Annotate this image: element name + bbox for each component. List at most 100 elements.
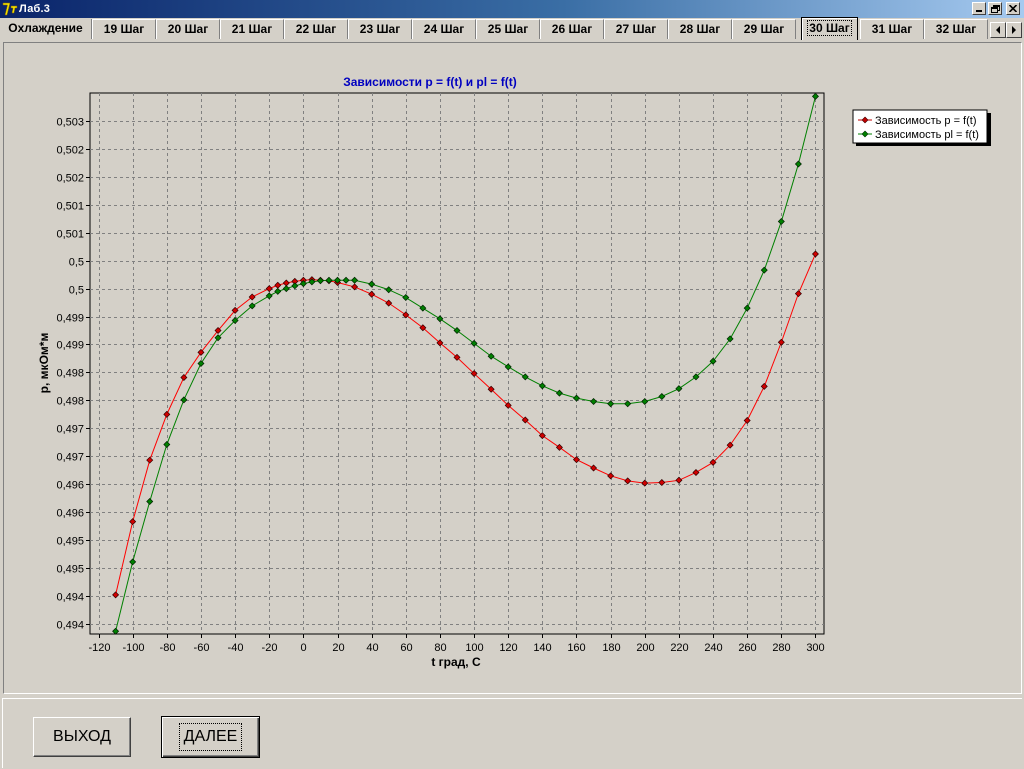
x-tick-label: -20: [262, 642, 278, 654]
data-point: [692, 468, 700, 476]
data-point: [521, 373, 529, 381]
data-point: [342, 276, 350, 284]
data-point: [743, 417, 751, 425]
x-tick-label: -120: [88, 642, 110, 654]
series-layer: [112, 92, 819, 635]
data-point: [811, 250, 819, 258]
y-tick-label: 0,502: [56, 173, 84, 185]
y-tick-label: 0,494: [56, 592, 84, 604]
x-tick-label: -40: [228, 642, 244, 654]
data-point: [590, 464, 598, 472]
chart: Зависимости p = f(t) и pl = f(t) -120 -10…: [37, 75, 991, 669]
y-tick-label: 0,497: [56, 424, 84, 436]
x-tick-label: 0: [300, 642, 306, 654]
data-point: [658, 479, 666, 487]
x-axis-label: t град, C: [431, 655, 481, 669]
data-point: [180, 373, 188, 381]
data-point: [146, 456, 154, 464]
data-point: [624, 400, 632, 408]
series-line: [115, 96, 816, 632]
data-point: [658, 392, 666, 400]
data-point: [760, 382, 768, 390]
data-point: [385, 286, 393, 294]
x-tick-label: 120: [499, 642, 517, 654]
legend-label-pl: Зависимость pl = f(t): [875, 129, 979, 141]
y-tick-label: 0,497: [56, 452, 84, 464]
data-point: [811, 92, 819, 100]
y-tick-label: 0,501: [56, 201, 84, 213]
data-point: [402, 294, 410, 302]
data-point: [316, 277, 324, 285]
y-tick-label: 0,503: [56, 117, 84, 129]
data-point: [180, 396, 188, 404]
x-tick-label: 260: [738, 642, 756, 654]
legend: Зависимость p = f(t) Зависимость pl = f(…: [852, 109, 991, 146]
data-point: [607, 472, 615, 480]
exit-button-label: ВЫХОД: [53, 728, 111, 745]
next-button-label: ДАЛЕЕ: [178, 723, 243, 751]
data-point: [146, 498, 154, 506]
data-point: [794, 160, 802, 168]
data-point: [385, 299, 393, 307]
x-tick-label: 240: [704, 642, 722, 654]
data-point: [777, 338, 785, 346]
data-point: [325, 276, 333, 284]
y-tick-label: 0,499: [56, 340, 84, 352]
series-0: [112, 250, 819, 599]
series-1: [112, 92, 819, 635]
chart-panel: Зависимости p = f(t) и pl = f(t) -120 -10…: [3, 42, 1022, 694]
x-tick-label: 180: [602, 642, 620, 654]
data-point: [163, 441, 171, 449]
data-point: [274, 281, 282, 289]
y-tick-label: 0,495: [56, 536, 84, 548]
series-line: [115, 253, 816, 595]
y-tick-label: 0,498: [56, 396, 84, 408]
y-axis-label: p, мкОм*м: [37, 333, 51, 394]
next-button[interactable]: ДАЛЕЕ: [161, 716, 260, 758]
data-point: [590, 398, 598, 405]
data-point: [794, 290, 802, 298]
data-point: [641, 479, 649, 487]
data-point: [351, 276, 359, 284]
data-point: [436, 315, 444, 323]
data-point: [760, 266, 768, 274]
data-point: [538, 382, 546, 390]
data-point: [112, 591, 120, 599]
data-point: [675, 476, 683, 484]
x-tick-label: -100: [122, 642, 144, 654]
exit-button[interactable]: ВЫХОД: [33, 717, 131, 757]
data-point: [129, 518, 137, 526]
y-tick-label: 0,498: [56, 368, 84, 380]
data-point: [274, 287, 282, 295]
chart-title: Зависимости p = f(t) и pl = f(t): [343, 75, 517, 89]
data-point: [504, 363, 512, 371]
data-point: [291, 282, 299, 290]
x-tick-label: 220: [670, 642, 688, 654]
data-point: [368, 280, 376, 288]
data-point: [743, 304, 751, 312]
data-point: [419, 304, 427, 312]
data-point: [368, 290, 376, 298]
x-tick-label: 80: [434, 642, 446, 654]
data-point: [112, 627, 120, 635]
x-tick-label: -80: [160, 642, 176, 654]
y-tick-label: 0,501: [56, 229, 84, 241]
data-point: [607, 400, 615, 408]
data-point: [282, 285, 290, 293]
x-tick-label: 20: [332, 642, 344, 654]
x-tick-label: 140: [533, 642, 551, 654]
data-point: [197, 360, 205, 367]
data-point: [624, 477, 632, 485]
data-point: [163, 410, 171, 418]
x-tick-label: 100: [465, 642, 483, 654]
data-point: [265, 292, 273, 300]
data-point: [265, 285, 273, 293]
x-tick-label: 300: [806, 642, 824, 654]
data-point: [641, 398, 649, 405]
y-tick-label: 0,494: [56, 620, 84, 632]
y-tick-label: 0,499: [56, 313, 84, 325]
x-tick-label: -60: [194, 642, 210, 654]
data-point: [777, 218, 785, 226]
legend-label-p: Зависимость p = f(t): [875, 115, 977, 127]
data-point: [675, 385, 683, 393]
